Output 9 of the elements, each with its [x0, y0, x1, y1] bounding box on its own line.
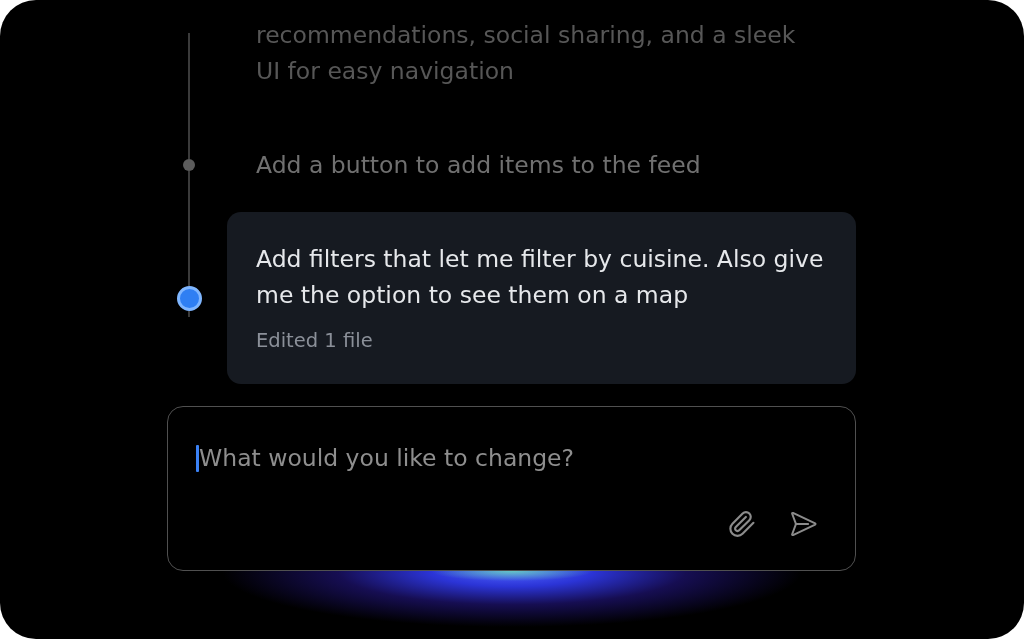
message-text: Add a button to add items to the feed [256, 150, 701, 181]
message-input[interactable]: What would you like to change? [199, 440, 817, 476]
attach-button[interactable] [729, 511, 755, 537]
send-button[interactable] [791, 511, 817, 537]
message-text: recommendations, social sharing, and a sleek UI for easy navigation [256, 20, 797, 87]
send-icon [791, 511, 817, 537]
message-text: Add filters that let me filter by cuisine. Also give me the option to see them on a map [256, 244, 825, 311]
paperclip-icon [729, 511, 755, 537]
edit-summary: Edited 1 file [256, 328, 373, 354]
